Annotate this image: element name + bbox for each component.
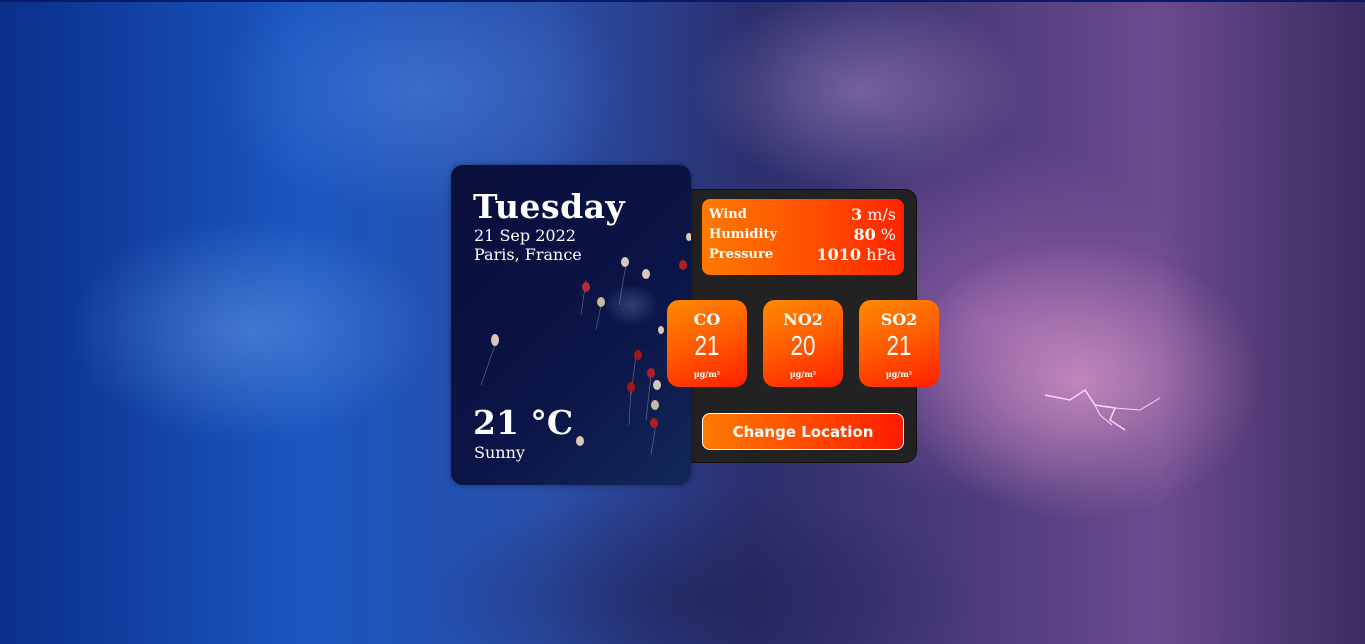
stat-row-wind: Wind 3 m/s (709, 205, 896, 225)
lightning-icon (1044, 388, 1161, 431)
air-quality-so2: SO2 21 μg/m³ (859, 300, 939, 387)
day-name: Tuesday (473, 187, 626, 226)
stat-label: Humidity (709, 227, 778, 242)
stat-row-humidity: Humidity 80 % (709, 225, 896, 245)
stat-number: 1010 (816, 245, 862, 264)
stat-value: 80 % (853, 225, 896, 244)
stat-unit: m/s (867, 205, 896, 224)
stats-box: Wind 3 m/s Humidity 80 % Pressure 1010 h… (702, 199, 904, 275)
aq-name: CO (693, 310, 721, 329)
air-quality-no2: NO2 20 μg/m³ (763, 300, 843, 387)
stat-label: Wind (709, 207, 747, 222)
top-border (0, 0, 1365, 2)
stat-number: 3 (850, 205, 863, 224)
aq-unit: μg/m³ (693, 369, 721, 379)
air-quality-co: CO 21 μg/m³ (667, 300, 747, 387)
aq-unit: μg/m³ (789, 369, 817, 379)
temperature: 21 °C (473, 403, 574, 442)
aq-value: 21 (694, 330, 720, 361)
aq-name: NO2 (783, 310, 823, 329)
aq-value: 20 (790, 330, 816, 361)
stat-label: Pressure (709, 247, 774, 262)
weather-condition: Sunny (474, 443, 525, 462)
change-location-button[interactable]: Change Location (702, 413, 904, 450)
stat-value: 1010 hPa (816, 245, 896, 264)
weather-card: Tuesday 21 Sep 2022 Paris, France 21 °C … (451, 165, 691, 485)
date-text: 21 Sep 2022 (474, 226, 576, 245)
stat-value: 3 m/s (851, 205, 896, 224)
location-text: Paris, France (474, 245, 582, 264)
stat-row-pressure: Pressure 1010 hPa (709, 245, 896, 265)
stat-unit: hPa (866, 245, 896, 264)
stat-unit: % (880, 225, 896, 244)
aq-name: SO2 (880, 310, 918, 329)
stat-number: 80 (853, 225, 876, 244)
aq-unit: μg/m³ (885, 369, 913, 379)
aq-value: 21 (886, 330, 912, 361)
